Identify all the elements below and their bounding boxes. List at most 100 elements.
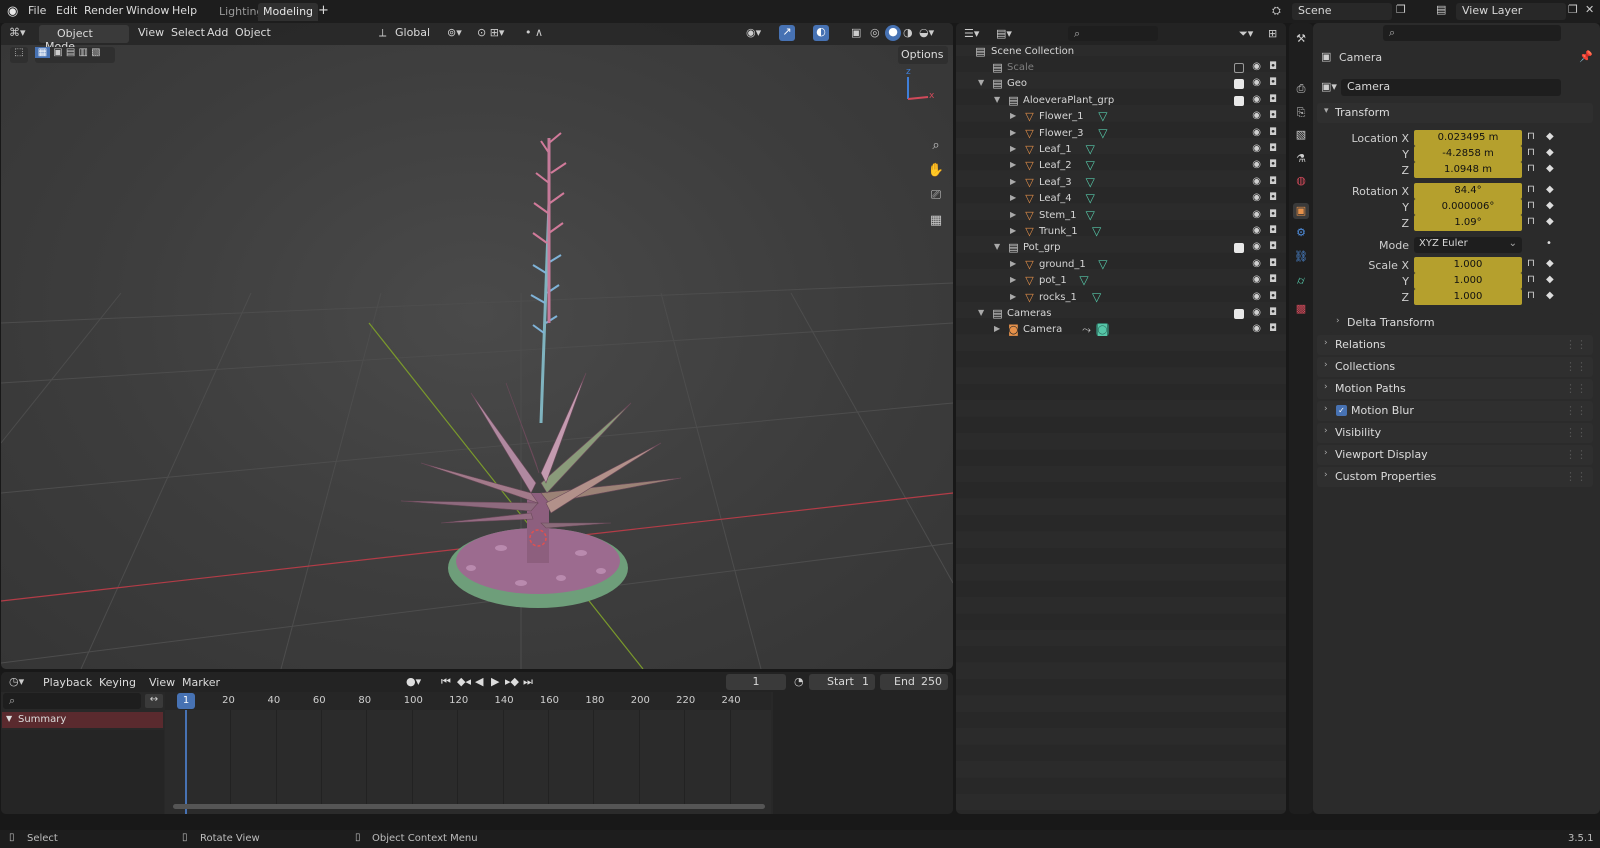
output-tab-icon[interactable]: ⎘ bbox=[1293, 105, 1309, 121]
drag-handle-icon[interactable]: ⋮⋮ bbox=[1565, 448, 1587, 461]
keyframe-diamond-icon[interactable]: ◆ bbox=[1546, 147, 1554, 158]
outliner-item-label[interactable]: Flower_3 bbox=[1039, 128, 1083, 139]
tab-modeling[interactable]: Modeling bbox=[258, 3, 319, 21]
eye-icon[interactable]: ◉ bbox=[1252, 176, 1261, 187]
playhead-line[interactable] bbox=[185, 710, 187, 814]
solid-shading-icon[interactable]: ● bbox=[885, 25, 901, 41]
snap-icon[interactable]: ⊙ ⊞▾ bbox=[477, 26, 504, 39]
outliner-row-geo[interactable]: ▼ ▤ Geo ◉ ◘ bbox=[956, 76, 1286, 92]
viewport-menu-select[interactable]: Select bbox=[171, 26, 205, 39]
mesh-data-icon[interactable]: ▽ bbox=[1096, 257, 1109, 271]
drag-handle-icon[interactable]: ⋮⋮ bbox=[1565, 360, 1587, 373]
record-icon[interactable]: ●▾ bbox=[406, 675, 421, 688]
panel-motion-blur[interactable]: › ✓ Motion Blur ⋮⋮ bbox=[1317, 401, 1593, 421]
render-camera-icon[interactable]: ◘ bbox=[1269, 159, 1277, 170]
outliner-item-label[interactable]: AloeveraPlant_grp bbox=[1023, 95, 1114, 106]
expand-triangle-right-icon[interactable]: ▶ bbox=[1010, 193, 1016, 202]
panel-custom-properties[interactable]: › Custom Properties ⋮⋮ bbox=[1317, 467, 1593, 487]
eye-icon[interactable]: ◉ bbox=[1252, 241, 1261, 252]
panel-visibility[interactable]: › Visibility ⋮⋮ bbox=[1317, 423, 1593, 443]
prev-keyframe-icon[interactable]: ◆◂ bbox=[457, 675, 471, 688]
gizmo-toggle-icon[interactable]: ↗ bbox=[779, 25, 795, 41]
selection-mode-group[interactable]: ▦ ▣ ▤ ▥ ▧ bbox=[35, 47, 115, 63]
expand-triangle-right-icon[interactable]: ▶ bbox=[1010, 128, 1016, 137]
object-mode-dropdown[interactable]: Object Mode bbox=[39, 25, 129, 53]
mesh-data-icon[interactable]: ▽ bbox=[1084, 143, 1097, 156]
expand-triangle-right-icon[interactable]: ▶ bbox=[1010, 292, 1016, 301]
mesh-data-icon[interactable]: ▽ bbox=[1084, 208, 1097, 222]
expand-triangle-right-icon[interactable]: ▶ bbox=[1010, 226, 1016, 235]
rendered-shading-icon[interactable]: ◒▾ bbox=[919, 26, 934, 39]
outliner-item-label[interactable]: Pot_grp bbox=[1023, 242, 1061, 253]
eye-icon[interactable]: ◉ bbox=[1252, 274, 1261, 285]
lock-icon[interactable]: ⊓ bbox=[1527, 274, 1535, 285]
timeline-search-input[interactable]: ⌕ bbox=[3, 693, 141, 709]
object-type-icon[interactable]: ▣▾ bbox=[1321, 80, 1337, 93]
view-layer-selector[interactable]: View Layer bbox=[1456, 3, 1566, 20]
pivot-icon[interactable]: ⊚▾ bbox=[447, 26, 462, 39]
scene-tab-icon[interactable]: ⚗ bbox=[1293, 151, 1309, 167]
panel-viewport-display[interactable]: › Viewport Display ⋮⋮ bbox=[1317, 445, 1593, 465]
outliner-row-scale[interactable]: ▤ Scale ◉ ◘ bbox=[956, 60, 1286, 76]
render-camera-icon[interactable]: ◘ bbox=[1269, 192, 1277, 203]
location-y-field[interactable]: -4.2858 m bbox=[1414, 146, 1522, 162]
viewport-menu-object[interactable]: Object bbox=[235, 26, 271, 39]
rotation-z-field[interactable]: 1.09° bbox=[1414, 215, 1522, 231]
transform-orientation-dropdown[interactable]: Global bbox=[395, 26, 430, 39]
lock-icon[interactable]: ⊓ bbox=[1527, 200, 1535, 211]
dopesheet-area[interactable] bbox=[165, 692, 771, 814]
menu-render[interactable]: Render bbox=[84, 4, 123, 17]
end-frame-field[interactable]: End 250 bbox=[880, 674, 948, 690]
camera-data-icon[interactable]: ◙ bbox=[1096, 323, 1109, 337]
display-mode-icon[interactable]: ▤▾ bbox=[996, 27, 1012, 40]
outliner-row-cameras[interactable]: ▼ ▤ Cameras ◉ ◘ bbox=[956, 306, 1286, 322]
swap-icon[interactable]: ↔ bbox=[145, 694, 163, 708]
copy-view-layer-icon[interactable]: ❐ bbox=[1568, 3, 1578, 16]
mesh-data-icon[interactable]: ▽ bbox=[1084, 175, 1097, 189]
outliner-item-label[interactable]: ground_1 bbox=[1039, 259, 1086, 270]
copy-scene-icon[interactable]: ❐ bbox=[1396, 3, 1406, 16]
select-subtract-icon[interactable]: ▤ bbox=[66, 47, 75, 58]
menu-file[interactable]: File bbox=[28, 4, 46, 17]
gizmo-x-label[interactable]: x bbox=[929, 91, 934, 101]
options-dropdown[interactable]: Options bbox=[898, 46, 948, 64]
drag-handle-icon[interactable]: ⋮⋮ bbox=[1565, 426, 1587, 439]
select-intersect-icon[interactable]: ▧ bbox=[91, 47, 100, 58]
outliner-row-leaf-3[interactable]: ▶ ▽ Leaf_3 ▽ ◉ ◘ bbox=[956, 175, 1286, 191]
properties-editor[interactable]: ⌕ ▣ Camera 📌 Camera ▣▾ ▾ Transform Locat… bbox=[1313, 23, 1600, 814]
render-camera-icon[interactable]: ◘ bbox=[1269, 241, 1277, 252]
outliner-item-label[interactable]: Stem_1 bbox=[1039, 210, 1077, 221]
modifier-tab-icon[interactable]: ⚙ bbox=[1293, 225, 1309, 241]
exclude-checkbox[interactable] bbox=[1234, 243, 1244, 254]
eye-icon[interactable]: ◉ bbox=[1252, 291, 1261, 302]
properties-search-input[interactable]: ⌕ bbox=[1383, 25, 1561, 41]
outliner-item-label[interactable]: Leaf_2 bbox=[1039, 160, 1072, 171]
lock-icon[interactable]: ⊓ bbox=[1527, 184, 1535, 195]
lock-icon[interactable]: ⊓ bbox=[1527, 290, 1535, 301]
outliner-panel[interactable]: ☰▾ ▤▾ ⌕ ⏷▾ ⊞ ▤ Scene Collection ▤ Scale ◉ ◘… bbox=[956, 23, 1286, 814]
expand-triangle-right-icon[interactable]: ▶ bbox=[1010, 111, 1016, 120]
lock-icon[interactable]: ⊓ bbox=[1527, 163, 1535, 174]
expand-triangle-right-icon[interactable]: ▶ bbox=[1010, 210, 1016, 219]
outliner-search-input[interactable]: ⌕ bbox=[1068, 26, 1158, 41]
object-tab-icon[interactable]: ▣ bbox=[1293, 203, 1309, 219]
expand-triangle-right-icon[interactable]: ▶ bbox=[1010, 275, 1016, 284]
keyframe-diamond-icon[interactable]: ◆ bbox=[1546, 163, 1554, 174]
scale-y-field[interactable]: 1.000 bbox=[1414, 273, 1522, 289]
eye-icon[interactable]: ◉ bbox=[1252, 77, 1261, 88]
eye-icon[interactable]: ◉ bbox=[1252, 61, 1261, 72]
menu-help[interactable]: Help bbox=[172, 4, 197, 17]
play-icon[interactable]: ▶ bbox=[491, 675, 499, 688]
rotation-y-field[interactable]: 0.000006° bbox=[1414, 199, 1522, 215]
constraint-icon[interactable]: ⤳ bbox=[1080, 323, 1093, 336]
view-layer-icon[interactable]: ▤ bbox=[1436, 3, 1446, 16]
render-camera-icon[interactable]: ◘ bbox=[1269, 61, 1277, 72]
exclude-checkbox[interactable] bbox=[1234, 79, 1244, 90]
render-camera-icon[interactable]: ◘ bbox=[1269, 176, 1277, 187]
expand-triangle-down-icon[interactable]: ▼ bbox=[978, 308, 984, 317]
outliner-item-label[interactable]: pot_1 bbox=[1039, 275, 1067, 286]
render-camera-icon[interactable]: ◘ bbox=[1269, 323, 1277, 334]
timeline-menu-keying[interactable]: Keying bbox=[99, 676, 136, 689]
start-frame-field[interactable]: Start 1 bbox=[809, 674, 875, 690]
motion-blur-checkbox[interactable]: ✓ bbox=[1336, 405, 1347, 416]
